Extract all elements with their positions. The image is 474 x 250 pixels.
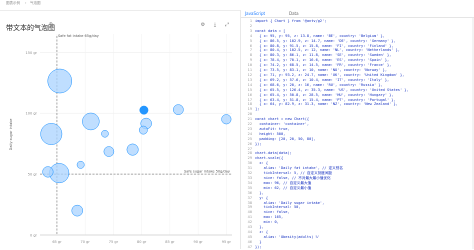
- code-text: { x: 95, y: 95, z: 13.8, name: 'BE', cou…: [255, 33, 385, 38]
- code-text: y: {: [255, 195, 268, 200]
- code-text: },: [255, 225, 264, 230]
- code-text: });: [255, 244, 262, 249]
- x-tick-label: 65 gr: [52, 240, 62, 244]
- code-text: { x: 78.4, y: 70.1, z: 16.6, name: 'ES',…: [255, 58, 390, 63]
- code-text: });: [255, 141, 262, 146]
- code-text: import { Chart } from '@antv/g2';: [255, 19, 327, 23]
- bubble-point: [40, 123, 63, 145]
- code-text: { x: 69.2, y: 57.6, z: 10.4, name: 'IT',…: [255, 77, 390, 82]
- code-text: },: [255, 190, 264, 195]
- x-tick-label: 80 gr: [137, 240, 147, 244]
- code-text: tickInterval: 5, // 自定义刻度间距: [255, 171, 333, 176]
- code-text: tickInterval: 50,: [255, 205, 301, 210]
- breadcrumb-separator: ›: [25, 1, 27, 5]
- chart-panel: 带文本的气泡图 ✎ ⚙ ⤓ ⤢ 0 gr 50 gr 100 gr 150 gr 65 …: [0, 10, 241, 249]
- code-text: { x: 64, y: 82.9, z: 31.3, name: 'NZ', c…: [255, 102, 398, 107]
- code-text: { x: 74.2, y: 68.5, z: 14.5, name: 'FR',…: [255, 63, 392, 68]
- code-text: const chart = new Chart({: [255, 117, 310, 122]
- x-tick-label: 85 gr: [165, 240, 175, 244]
- code-text: padding: [20, 20, 50, 80],: [255, 136, 316, 141]
- x-tick-label: 70 gr: [81, 240, 91, 244]
- code-text: container: 'container',: [255, 122, 310, 127]
- code-editor[interactable]: 1 import { Chart } from '@antv/g2'; 2 3 cons…: [244, 19, 473, 249]
- bubble-point: [138, 125, 148, 135]
- code-text: chart.scale({: [255, 156, 284, 161]
- y-tick-label: 0 gr: [30, 234, 38, 238]
- code-text: z: {: [255, 229, 268, 234]
- y-tick-label: 150 gr: [26, 51, 38, 55]
- code-text: ];: [255, 107, 260, 112]
- code-text: nice: false,: [255, 210, 290, 215]
- bubble-chart: 0 gr 50 gr 100 gr 150 gr 65 gr 70 gr 75 gr 80 g…: [9, 34, 232, 244]
- code-text: { x: 71, y: 93.2, z: 24.7, name: 'UK', c…: [255, 72, 405, 77]
- tab-javascript[interactable]: JavaScript: [245, 11, 265, 16]
- code-text: max: 96, // 自定义最大值: [255, 180, 312, 185]
- code-text: height: 500,: [255, 131, 286, 136]
- code-text: alias: 'Daily sugar intake',: [255, 200, 325, 205]
- code-text: alias: 'Obesity(adults) %': [255, 234, 320, 239]
- code-text: { x: 86.5, y: 102.9, z: 14.7, name: 'DE'…: [255, 38, 396, 43]
- x-tick-label: 75 gr: [109, 240, 119, 244]
- bubble-point: [76, 160, 85, 169]
- bubble-point: [101, 130, 109, 138]
- x-tick-label: 95 gr: [222, 240, 232, 244]
- safe-fat-annotation: Safe fat intake 65g/day: [58, 34, 99, 38]
- code-text: max: 165,: [255, 215, 284, 220]
- bubble-point: [221, 114, 232, 125]
- breadcrumb-item[interactable]: 气泡图: [30, 1, 41, 6]
- tab-data[interactable]: Data: [289, 11, 299, 16]
- y-axis-title: Daily sugar intake: [9, 119, 13, 151]
- safe-sugar-annotation: Safe sugar intake 50g/day: [184, 170, 230, 174]
- code-text: { x: 65.4, y: 50.8, z: 28.5, name: 'HU',…: [255, 92, 394, 97]
- code-text: { x: 63.4, y: 51.8, z: 15.4, name: 'PT',…: [255, 97, 396, 102]
- code-text: min: 0,: [255, 220, 279, 225]
- app: 图表示例 › 气泡图 带文本的气泡图 ✎ ⚙ ⤓ ⤢ 0 gr 50 gr 100 …: [0, 0, 474, 249]
- code-text: min: 62, // 自定义最小值: [255, 185, 312, 190]
- bubble-point: [139, 105, 149, 115]
- code-text: nice: false, // 不对最大最小值优化: [255, 176, 331, 180]
- bubble-point: [47, 68, 73, 94]
- bubble-point: [126, 143, 139, 156]
- bubble-point: [103, 146, 115, 157]
- code-text: { x: 65.5, y: 126.4, z: 35.3, name: 'US'…: [255, 87, 409, 92]
- x-tick-label: 90 gr: [194, 240, 204, 244]
- breadcrumb-item[interactable]: 图表示例: [6, 1, 20, 6]
- code-text: alias: 'Daily fat intake', // 定义别名: [255, 166, 343, 171]
- code-text: { x: 73.5, y: 83.1, z: 10, name: 'NO', c…: [255, 68, 387, 73]
- bubble-point: [42, 166, 54, 178]
- code-text: autoFit: true,: [255, 126, 290, 131]
- editor-tabs: JavaScript Data: [241, 10, 474, 18]
- bubble-point: [71, 204, 84, 217]
- y-tick-label: 100 gr: [26, 112, 38, 116]
- bubble-point: [82, 112, 100, 131]
- code-panel: JavaScript Data 1 import { Chart } from '…: [241, 10, 474, 249]
- code-text: x: {: [255, 161, 268, 166]
- code-text: const data = [: [255, 28, 286, 33]
- code-text: { x: 80.4, y: 102.5, z: 12, name: 'NL', …: [255, 48, 400, 53]
- code-text: { x: 80.3, y: 86.1, z: 11.8, name: 'SE',…: [255, 53, 392, 58]
- code-text: }: [255, 239, 262, 244]
- y-tick-label: 50 gr: [28, 173, 38, 177]
- code-text: { x: 80.8, y: 91.5, z: 15.8, name: 'FI',…: [255, 43, 394, 48]
- bubble-point: [173, 104, 184, 115]
- code-text: chart.data(data);: [255, 151, 292, 156]
- code-text: { x: 68.6, y: 20, z: 16, name: 'RU', cou…: [255, 82, 383, 87]
